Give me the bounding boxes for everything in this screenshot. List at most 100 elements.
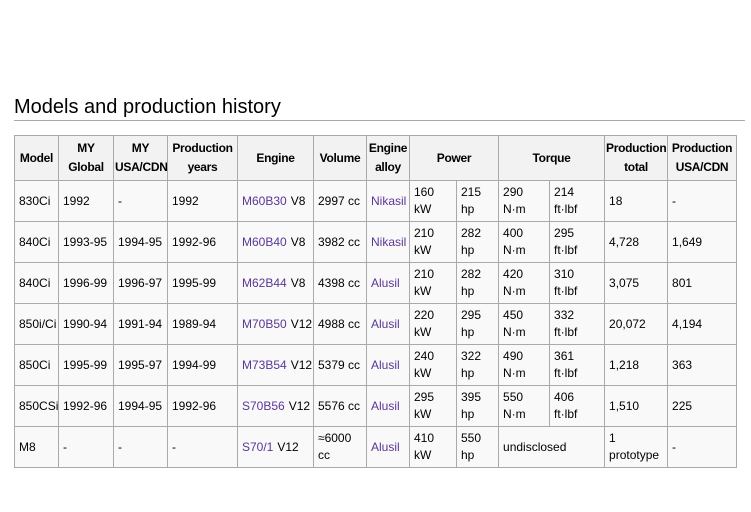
- col-header-engine-alloy: Engine alloy: [367, 136, 410, 181]
- alloy-link[interactable]: Alusil: [371, 440, 400, 454]
- table-row-850i-ci: 850i/Ci 1990-94 1991-94 1989-94 M70B50V1…: [15, 304, 737, 345]
- model-cell: 850Ci: [15, 345, 59, 386]
- torque-ftlbf-cell: 361 ft·lbf: [550, 345, 605, 386]
- my-global-cell: 1995-99: [59, 345, 114, 386]
- volume-cell: 5379 cc: [314, 345, 367, 386]
- power-hp-cell: 395 hp: [457, 386, 499, 427]
- engine-link[interactable]: M60B40: [242, 235, 287, 249]
- torque-nm-cell: 400 N·m: [499, 222, 550, 263]
- engine-link[interactable]: M73B54: [242, 358, 287, 372]
- alloy-link[interactable]: Alusil: [371, 358, 400, 372]
- table-row-m8: M8 - - - S70/1V12 ≈6000 cc Alusil 410 kW…: [15, 427, 737, 468]
- my-global-cell: 1990-94: [59, 304, 114, 345]
- col-header-torque: Torque: [499, 136, 605, 181]
- engine-link[interactable]: M70B50: [242, 317, 287, 331]
- engine-cell: S70/1V12: [238, 427, 314, 468]
- production-total-cell: 1,218: [605, 345, 668, 386]
- col-header-my-global: MY Global: [59, 136, 114, 181]
- alloy-link[interactable]: Alusil: [371, 317, 400, 331]
- alloy-cell: Alusil: [367, 263, 410, 304]
- production-years-cell: -: [168, 427, 238, 468]
- production-years-cell: 1992-96: [168, 386, 238, 427]
- engine-cell: S70B56V12: [238, 386, 314, 427]
- my-usa-cdn-cell: 1994-95: [114, 386, 168, 427]
- my-usa-cdn-cell: 1996-97: [114, 263, 168, 304]
- alloy-cell: Alusil: [367, 386, 410, 427]
- torque-ftlbf-cell: 214 ft·lbf: [550, 181, 605, 222]
- my-global-cell: 1996-99: [59, 263, 114, 304]
- col-header-my-usa-cdn: MY USA/CDN: [114, 136, 168, 181]
- engine-link[interactable]: M60B30: [242, 194, 287, 208]
- my-usa-cdn-cell: 1994-95: [114, 222, 168, 263]
- power-hp-cell: 282 hp: [457, 263, 499, 304]
- production-years-cell: 1992-96: [168, 222, 238, 263]
- table-row-830ci: 830Ci 1992 - 1992 M60B30V8 2997 cc Nikas…: [15, 181, 737, 222]
- engine-cell: M60B40V8: [238, 222, 314, 263]
- model-cell: 850CSi: [15, 386, 59, 427]
- my-usa-cdn-cell: 1991-94: [114, 304, 168, 345]
- alloy-cell: Alusil: [367, 345, 410, 386]
- production-years-cell: 1989-94: [168, 304, 238, 345]
- engine-config: V8: [287, 235, 306, 249]
- model-cell: 840Ci: [15, 263, 59, 304]
- production-years-cell: 1992: [168, 181, 238, 222]
- engine-config: V12: [273, 440, 298, 454]
- torque-nm-cell: 450 N·m: [499, 304, 550, 345]
- model-cell: 840Ci: [15, 222, 59, 263]
- production-total-cell: 1 prototype: [605, 427, 668, 468]
- section-heading: Models and production history: [14, 97, 745, 121]
- torque-ftlbf-cell: 295 ft·lbf: [550, 222, 605, 263]
- production-usa-cdn-cell: 363: [668, 345, 737, 386]
- col-header-power: Power: [410, 136, 499, 181]
- torque-ftlbf-cell: 310 ft·lbf: [550, 263, 605, 304]
- power-hp-cell: 295 hp: [457, 304, 499, 345]
- col-header-model: Model: [15, 136, 59, 181]
- torque-nm-cell: 490 N·m: [499, 345, 550, 386]
- col-header-production-years: Production years: [168, 136, 238, 181]
- models-production-table: Model MY Global MY USA/CDN Production ye…: [14, 135, 737, 468]
- torque-nm-cell: 550 N·m: [499, 386, 550, 427]
- torque-undisclosed-cell: undisclosed: [499, 427, 605, 468]
- engine-config: V12: [287, 358, 312, 372]
- engine-link[interactable]: M62B44: [242, 276, 287, 290]
- table-row-840ci-early: 840Ci 1993-95 1994-95 1992-96 M60B40V8 3…: [15, 222, 737, 263]
- my-global-cell: 1993-95: [59, 222, 114, 263]
- engine-config: V8: [287, 276, 306, 290]
- alloy-cell: Alusil: [367, 427, 410, 468]
- volume-cell: ≈6000 cc: [314, 427, 367, 468]
- alloy-link[interactable]: Alusil: [371, 276, 400, 290]
- power-kw-cell: 410 kW: [410, 427, 457, 468]
- torque-ftlbf-cell: 406 ft·lbf: [550, 386, 605, 427]
- power-kw-cell: 210 kW: [410, 222, 457, 263]
- production-total-cell: 1,510: [605, 386, 668, 427]
- production-total-cell: 3,075: [605, 263, 668, 304]
- model-cell: 850i/Ci: [15, 304, 59, 345]
- engine-link[interactable]: S70/1: [242, 440, 273, 454]
- header-row: Model MY Global MY USA/CDN Production ye…: [15, 136, 737, 181]
- alloy-link[interactable]: Nikasil: [371, 235, 406, 249]
- my-global-cell: 1992: [59, 181, 114, 222]
- col-header-production-total: Production total: [605, 136, 668, 181]
- power-hp-cell: 282 hp: [457, 222, 499, 263]
- production-usa-cdn-cell: 801: [668, 263, 737, 304]
- col-header-volume: Volume: [314, 136, 367, 181]
- production-usa-cdn-cell: 1,649: [668, 222, 737, 263]
- alloy-cell: Nikasil: [367, 181, 410, 222]
- my-usa-cdn-cell: 1995-97: [114, 345, 168, 386]
- alloy-link[interactable]: Nikasil: [371, 194, 406, 208]
- engine-cell: M60B30V8: [238, 181, 314, 222]
- my-global-cell: -: [59, 427, 114, 468]
- alloy-link[interactable]: Alusil: [371, 399, 400, 413]
- torque-nm-cell: 420 N·m: [499, 263, 550, 304]
- power-kw-cell: 240 kW: [410, 345, 457, 386]
- power-hp-cell: 322 hp: [457, 345, 499, 386]
- col-header-production-usa-cdn: Production USA/CDN: [668, 136, 737, 181]
- alloy-cell: Alusil: [367, 304, 410, 345]
- engine-config: V8: [287, 194, 306, 208]
- production-usa-cdn-cell: 4,194: [668, 304, 737, 345]
- power-kw-cell: 210 kW: [410, 263, 457, 304]
- volume-cell: 4398 cc: [314, 263, 367, 304]
- engine-config: V12: [285, 399, 310, 413]
- table-row-850ci: 850Ci 1995-99 1995-97 1994-99 M73B54V12 …: [15, 345, 737, 386]
- engine-link[interactable]: S70B56: [242, 399, 285, 413]
